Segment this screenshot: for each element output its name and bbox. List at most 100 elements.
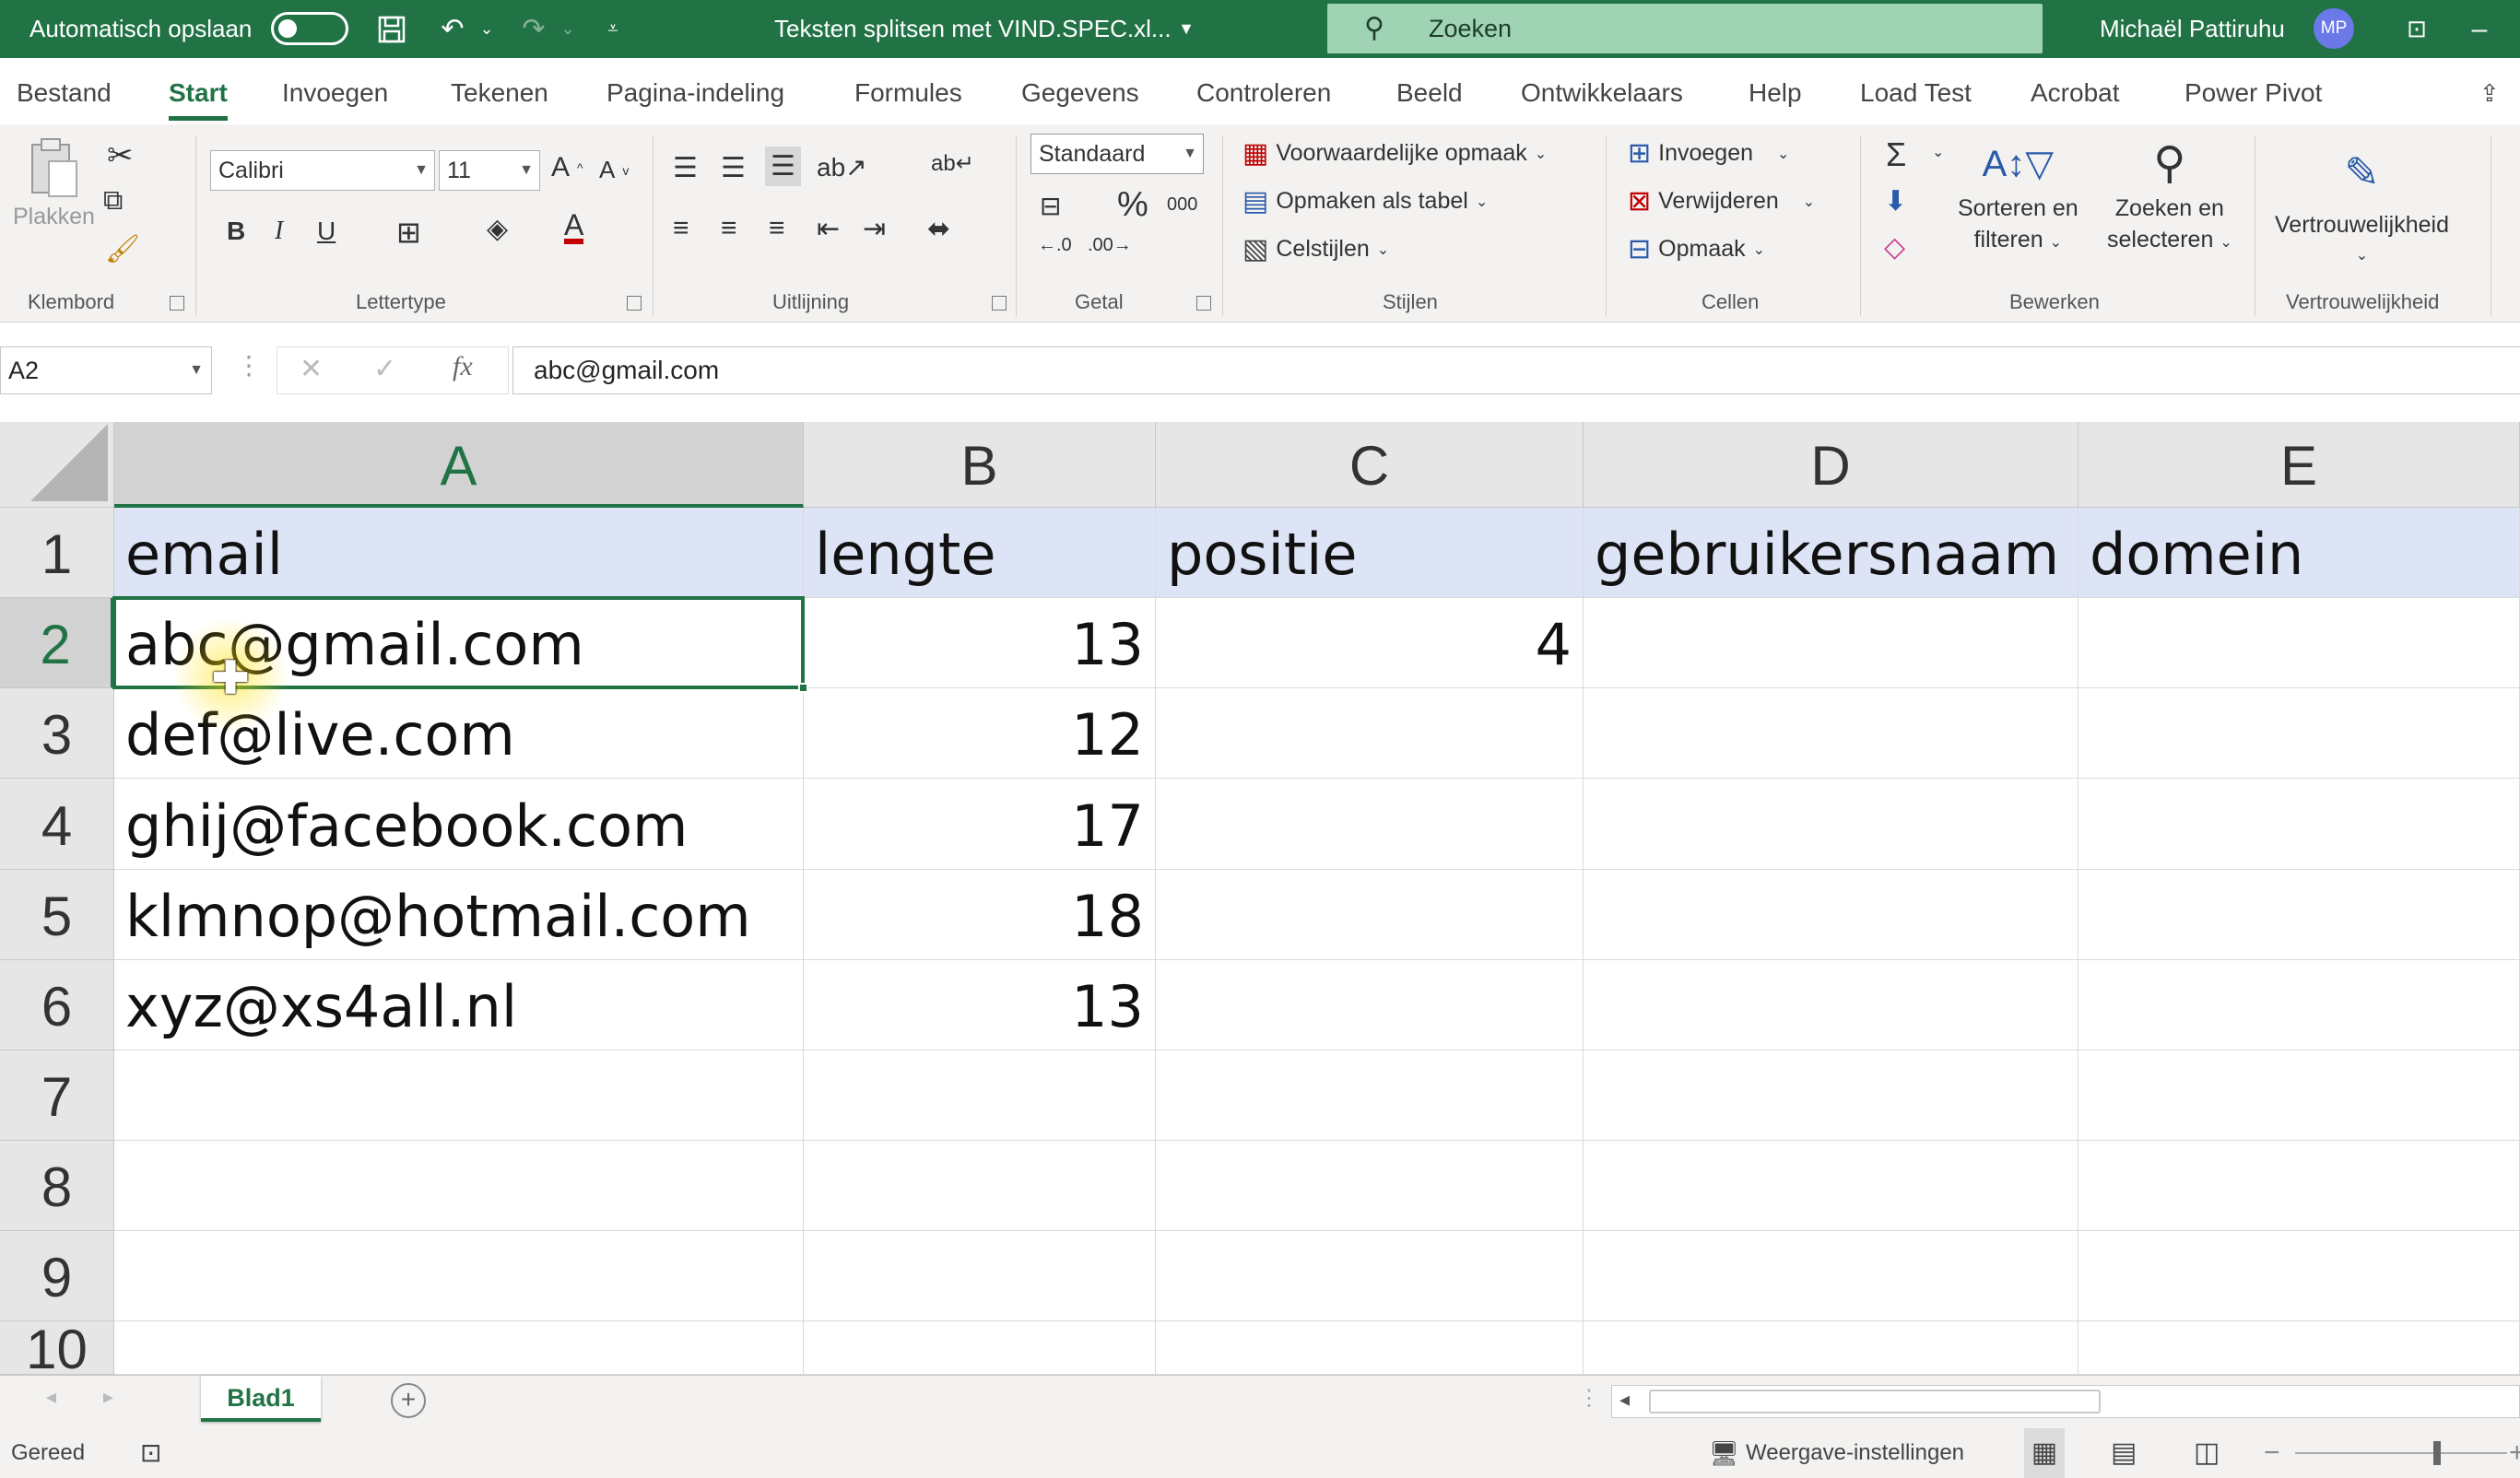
title-dropdown-icon[interactable]: ▼: [1172, 0, 1200, 58]
save-icon[interactable]: [372, 0, 411, 58]
cell-c6[interactable]: [1156, 960, 1584, 1050]
format-painter-icon[interactable]: 🖌: [105, 233, 140, 265]
scroll-left-icon[interactable]: ◂: [1619, 1388, 1630, 1412]
cell-styles-button[interactable]: ▧ Celstijlen ⌄: [1242, 233, 1389, 265]
row-header-10[interactable]: 10: [0, 1321, 114, 1375]
column-header-e[interactable]: E: [2078, 422, 2520, 508]
cell-e10[interactable]: [2078, 1321, 2520, 1375]
font-name-combo[interactable]: Calibri ▼: [210, 150, 435, 191]
cell-c10[interactable]: [1156, 1321, 1584, 1375]
font-launcher-icon[interactable]: [627, 296, 642, 311]
bold-button[interactable]: B: [227, 217, 245, 246]
cell-d4[interactable]: [1584, 779, 2078, 870]
cell-a7[interactable]: [114, 1050, 804, 1141]
percent-icon[interactable]: %: [1117, 185, 1148, 225]
page-break-icon[interactable]: ◫: [2194, 1428, 2220, 1478]
cell-b7[interactable]: [804, 1050, 1156, 1141]
tab-help[interactable]: Help: [1749, 58, 1802, 124]
tab-start[interactable]: Start: [169, 58, 228, 124]
cell-c8[interactable]: [1156, 1141, 1584, 1231]
delete-cells-button[interactable]: ⊠ Verwijderen ⌄: [1628, 185, 1815, 217]
row-header-3[interactable]: 3: [0, 688, 114, 779]
tab-acrobat[interactable]: Acrobat: [2031, 58, 2120, 124]
cell-d7[interactable]: [1584, 1050, 2078, 1141]
cell-c7[interactable]: [1156, 1050, 1584, 1141]
enter-icon[interactable]: ✓: [373, 353, 396, 385]
align-left-icon[interactable]: ≡: [673, 213, 689, 244]
user-name[interactable]: Michaël Pattiruhu: [2100, 0, 2285, 58]
undo-dropdown-icon[interactable]: ⌄: [474, 0, 500, 58]
increase-font-icon[interactable]: A ^: [551, 152, 583, 183]
tab-beeld[interactable]: Beeld: [1396, 58, 1463, 124]
display-settings-icon[interactable]: 🖥: [1709, 1428, 1739, 1478]
autosum-dropdown-icon[interactable]: ⌄: [1932, 143, 1944, 161]
alignment-launcher-icon[interactable]: [992, 296, 1007, 311]
macro-record-icon[interactable]: ⊡: [140, 1428, 161, 1478]
row-header-7[interactable]: 7: [0, 1050, 114, 1141]
fill-color-icon[interactable]: ◈: [487, 213, 508, 245]
autosum-icon[interactable]: Σ: [1886, 135, 1906, 174]
tab-pagina-indeling[interactable]: Pagina-indeling: [606, 58, 784, 124]
find-select-button[interactable]: ⚲ Zoeken en selecteren ⌄: [2107, 135, 2232, 259]
cell-e2[interactable]: [2078, 598, 2520, 688]
row-header-1[interactable]: 1: [0, 508, 114, 598]
display-settings-label[interactable]: Weergave-instellingen: [1746, 1428, 1964, 1478]
tab-load-test[interactable]: Load Test: [1860, 58, 1972, 124]
row-header-9[interactable]: 9: [0, 1231, 114, 1321]
split-handle-icon[interactable]: ⋮: [1578, 1385, 1600, 1412]
cell-e3[interactable]: [2078, 688, 2520, 779]
cell-b5[interactable]: 18: [804, 870, 1156, 960]
decrease-indent-icon[interactable]: ⇤: [817, 213, 840, 245]
zoom-out-icon[interactable]: −: [2264, 1428, 2280, 1478]
add-sheet-icon[interactable]: +: [391, 1383, 426, 1418]
prev-sheet-icon[interactable]: ◂: [46, 1385, 56, 1409]
select-all-button[interactable]: [0, 422, 114, 508]
sort-filter-button[interactable]: A↕▽ Sorteren en filteren ⌄: [1958, 135, 2078, 259]
cell-b6[interactable]: 13: [804, 960, 1156, 1050]
cell-a8[interactable]: [114, 1141, 804, 1231]
cell-b8[interactable]: [804, 1141, 1156, 1231]
cell-b10[interactable]: [804, 1321, 1156, 1375]
column-header-a[interactable]: A: [114, 422, 804, 508]
sensitivity-button[interactable]: ✎ Vertrouwelijkheid ⌄: [2275, 135, 2449, 272]
cell-d2[interactable]: [1584, 598, 2078, 688]
number-launcher-icon[interactable]: [1196, 296, 1211, 311]
tab-ontwikkelaars[interactable]: Ontwikkelaars: [1521, 58, 1683, 124]
cell-d3[interactable]: [1584, 688, 2078, 779]
tab-gegevens[interactable]: Gegevens: [1021, 58, 1139, 124]
cut-icon[interactable]: ✂: [107, 137, 134, 174]
tab-bestand[interactable]: Bestand: [17, 58, 112, 124]
sheet-tab-blad1[interactable]: Blad1: [201, 1376, 321, 1422]
cell-e5[interactable]: [2078, 870, 2520, 960]
cell-e4[interactable]: [2078, 779, 2520, 870]
orientation-icon[interactable]: ab↗: [817, 152, 867, 182]
cell-b1[interactable]: lengte: [804, 508, 1156, 598]
undo-icon[interactable]: ↶: [431, 0, 474, 58]
cell-a5[interactable]: klmnop@hotmail.com: [114, 870, 804, 960]
number-format-combo[interactable]: Standaard ▼: [1030, 134, 1204, 174]
cell-d8[interactable]: [1584, 1141, 2078, 1231]
cell-c3[interactable]: [1156, 688, 1584, 779]
tab-invoegen[interactable]: Invoegen: [282, 58, 388, 124]
cell-a6[interactable]: xyz@xs4all.nl: [114, 960, 804, 1050]
redo-dropdown-icon[interactable]: ⌄: [555, 0, 581, 58]
cell-c4[interactable]: [1156, 779, 1584, 870]
cell-e6[interactable]: [2078, 960, 2520, 1050]
align-right-icon[interactable]: ≡: [769, 213, 785, 244]
tab-formules[interactable]: Formules: [854, 58, 962, 124]
cell-d6[interactable]: [1584, 960, 2078, 1050]
cell-a4[interactable]: ghij@facebook.com: [114, 779, 804, 870]
increase-indent-icon[interactable]: ⇥: [863, 213, 886, 245]
column-header-b[interactable]: B: [804, 422, 1156, 508]
page-layout-icon[interactable]: ▤: [2111, 1428, 2137, 1478]
cell-b4[interactable]: 17: [804, 779, 1156, 870]
row-header-4[interactable]: 4: [0, 779, 114, 870]
cell-a3[interactable]: def@live.com: [114, 688, 804, 779]
merge-center-icon[interactable]: ⬌: [927, 213, 950, 245]
cell-e9[interactable]: [2078, 1231, 2520, 1321]
tab-power-pivot[interactable]: Power Pivot: [2184, 58, 2322, 124]
name-box[interactable]: A2 ▼: [0, 346, 212, 394]
cell-c1[interactable]: positie: [1156, 508, 1584, 598]
decrease-decimal-icon[interactable]: .00→: [1088, 235, 1132, 256]
row-header-5[interactable]: 5: [0, 870, 114, 960]
